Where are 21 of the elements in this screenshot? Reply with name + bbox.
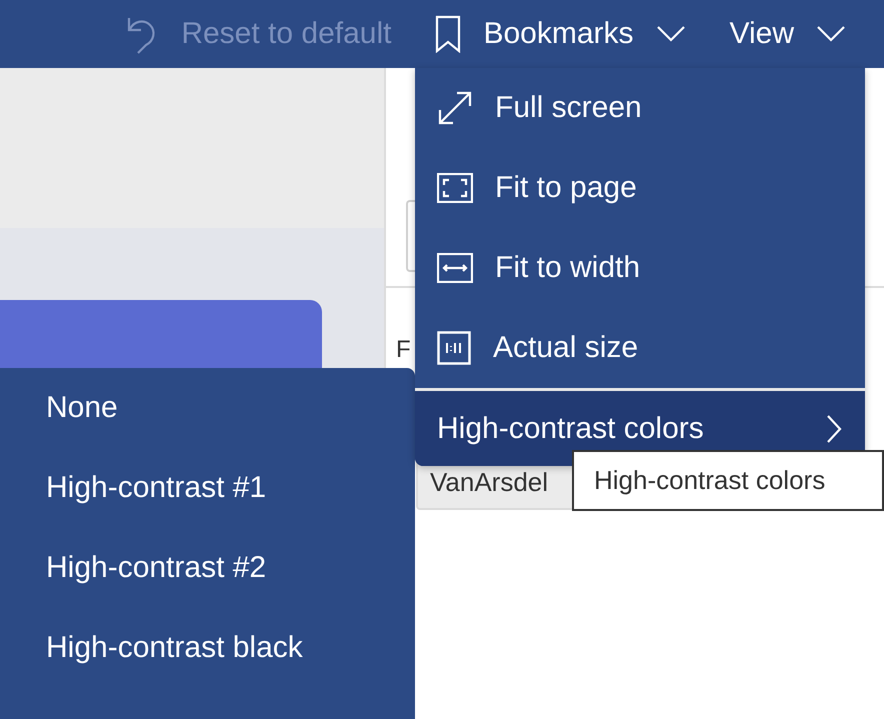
chevron-right-icon	[825, 414, 843, 444]
menu-item[interactable]: Fit to page	[415, 148, 865, 228]
view-button[interactable]: View	[730, 17, 846, 51]
menu-item[interactable]: Fit to width	[415, 228, 865, 308]
submenu-item[interactable]: High-contrast #1	[0, 448, 415, 528]
submenu-item[interactable]: High-contrast black	[0, 608, 415, 688]
menu-item[interactable]: Actual size	[415, 308, 865, 388]
actual-size-icon	[437, 331, 471, 365]
tooltip: High-contrast colors	[572, 450, 884, 511]
submenu-item[interactable]: High-contrast #2	[0, 528, 415, 608]
chevron-down-icon	[656, 25, 686, 43]
chevron-down-icon	[816, 25, 846, 43]
card-text: VanArsdel	[430, 466, 548, 498]
menu-item[interactable]: Full screen	[415, 68, 865, 148]
fit-page-icon	[437, 173, 473, 203]
field-label: F	[396, 336, 411, 364]
submenu-item[interactable]: None	[0, 368, 415, 448]
fit-width-icon	[437, 253, 473, 283]
bookmark-icon	[435, 15, 462, 53]
expand-arrows-icon	[437, 90, 473, 126]
bookmarks-button[interactable]: Bookmarks	[435, 15, 686, 53]
